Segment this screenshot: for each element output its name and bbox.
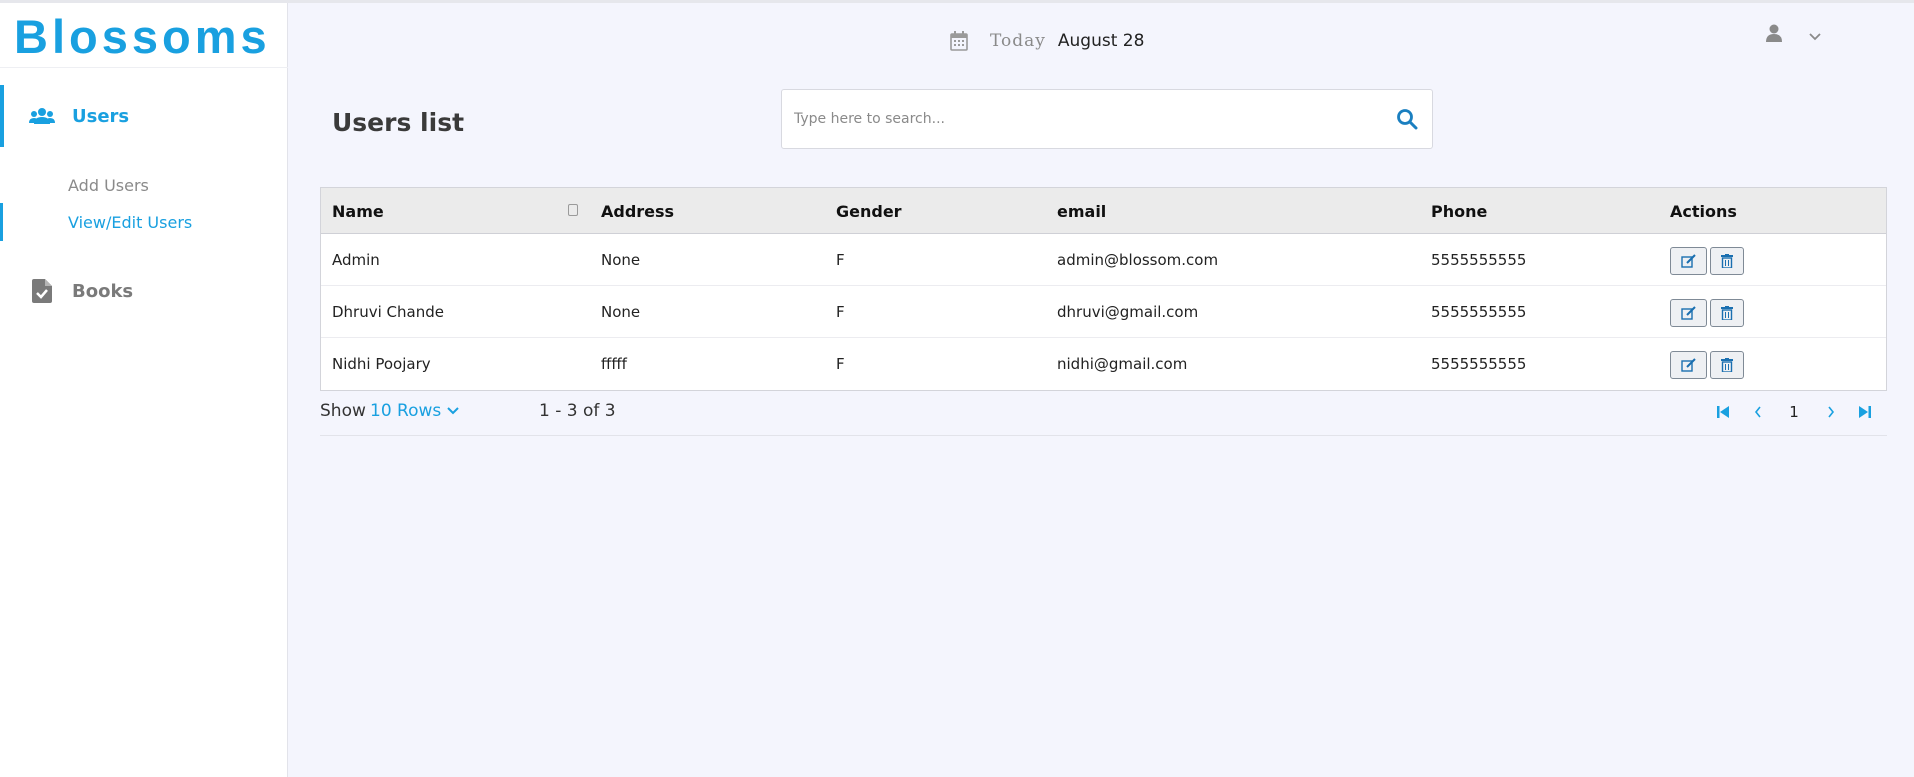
trash-icon bbox=[1721, 306, 1733, 320]
active-indicator bbox=[0, 203, 3, 241]
trash-icon bbox=[1721, 254, 1733, 268]
chevron-right-icon bbox=[1828, 406, 1835, 418]
chevron-down-icon bbox=[447, 407, 459, 415]
cell-name: Admin bbox=[332, 251, 380, 269]
search-input[interactable] bbox=[794, 90, 1354, 148]
cell-email: admin@blossom.com bbox=[1057, 251, 1219, 269]
today-label: Today bbox=[990, 31, 1046, 51]
column-header-actions: Actions bbox=[1670, 201, 1737, 221]
table-row: Nidhi Poojary fffff F nidhi@gmail.com 55… bbox=[321, 338, 1886, 390]
edit-icon bbox=[1680, 254, 1696, 268]
sidebar-item-books[interactable]: Books bbox=[0, 260, 288, 322]
cell-email: nidhi@gmail.com bbox=[1057, 355, 1188, 373]
cell-address: None bbox=[601, 251, 641, 269]
user-menu[interactable] bbox=[1766, 24, 1824, 46]
cell-name: Nidhi Poojary bbox=[332, 355, 431, 373]
show-label: Show bbox=[320, 401, 366, 421]
column-header-phone: Phone bbox=[1431, 201, 1488, 221]
search-box bbox=[781, 89, 1433, 149]
edit-button[interactable] bbox=[1670, 299, 1707, 327]
sidebar-subitem-label: Add Users bbox=[68, 175, 149, 195]
previous-page-button[interactable] bbox=[1747, 401, 1769, 423]
rows-per-page-select[interactable]: 10 Rows bbox=[370, 401, 459, 421]
cell-phone: 5555555555 bbox=[1431, 355, 1527, 373]
delete-button[interactable] bbox=[1710, 351, 1744, 379]
delete-button[interactable] bbox=[1710, 299, 1744, 327]
table-row: Dhruvi Chande None F dhruvi@gmail.com 55… bbox=[321, 286, 1886, 338]
delete-button[interactable] bbox=[1710, 247, 1744, 275]
column-header-name[interactable]: Name bbox=[332, 188, 384, 234]
sidebar-subitem-view-edit-users[interactable]: View/Edit Users bbox=[0, 203, 288, 241]
sidebar-subitem-add-users[interactable]: Add Users bbox=[0, 166, 288, 204]
edit-button[interactable] bbox=[1670, 247, 1707, 275]
calendar-icon bbox=[950, 31, 970, 51]
column-header-gender: Gender bbox=[836, 201, 902, 221]
cell-gender: F bbox=[836, 355, 845, 373]
current-date: August 28 bbox=[1057, 31, 1145, 51]
page-number[interactable]: 1 bbox=[1783, 401, 1805, 423]
table-row: Admin None F admin@blossom.com 555555555… bbox=[321, 234, 1886, 286]
table-header: Name Address Gender email Phone Actions bbox=[321, 188, 1886, 234]
last-page-icon bbox=[1859, 406, 1871, 418]
cell-name: Dhruvi Chande bbox=[332, 303, 444, 321]
cell-email: dhruvi@gmail.com bbox=[1057, 303, 1199, 321]
cell-phone: 5555555555 bbox=[1431, 303, 1527, 321]
users-icon bbox=[28, 102, 56, 130]
cell-phone: 5555555555 bbox=[1431, 251, 1527, 269]
cell-address: None bbox=[601, 303, 641, 321]
sidebar: Blossoms Users Add Users View/Edit Users bbox=[0, 3, 288, 777]
last-page-button[interactable] bbox=[1854, 401, 1876, 423]
chevron-left-icon bbox=[1754, 406, 1761, 418]
user-icon bbox=[1766, 24, 1786, 46]
column-header-email: email bbox=[1057, 201, 1107, 221]
app-logo[interactable]: Blossoms bbox=[14, 9, 271, 64]
rows-per-page-value: 10 Rows bbox=[370, 401, 442, 421]
column-header-address: Address bbox=[601, 201, 675, 221]
active-indicator bbox=[0, 85, 4, 147]
next-page-button[interactable] bbox=[1820, 401, 1842, 423]
edit-button[interactable] bbox=[1670, 351, 1707, 379]
edit-icon bbox=[1680, 358, 1696, 372]
sort-icon[interactable] bbox=[568, 204, 578, 216]
trash-icon bbox=[1721, 358, 1733, 372]
sidebar-item-users[interactable]: Users bbox=[0, 85, 288, 147]
record-range: 1 - 3 of 3 bbox=[539, 401, 616, 421]
sidebar-item-label: Users bbox=[72, 105, 130, 127]
sidebar-subitem-label: View/Edit Users bbox=[68, 212, 193, 232]
date-display: Today August 28 bbox=[950, 28, 1144, 54]
file-check-icon bbox=[28, 277, 56, 305]
cell-gender: F bbox=[836, 251, 845, 269]
sidebar-item-label: Books bbox=[72, 280, 134, 302]
search-icon[interactable] bbox=[1396, 108, 1420, 132]
edit-icon bbox=[1680, 306, 1696, 320]
page-title: Users list bbox=[332, 108, 465, 137]
first-page-icon bbox=[1717, 406, 1729, 418]
first-page-button[interactable] bbox=[1712, 401, 1734, 423]
users-table: Name Address Gender email Phone Actions … bbox=[320, 187, 1887, 391]
logo-divider bbox=[0, 67, 288, 68]
pagination-bar: Show 10 Rows 1 - 3 of 3 1 bbox=[320, 391, 1887, 436]
chevron-down-icon bbox=[1808, 27, 1824, 43]
cell-gender: F bbox=[836, 303, 845, 321]
cell-address: fffff bbox=[601, 355, 627, 373]
